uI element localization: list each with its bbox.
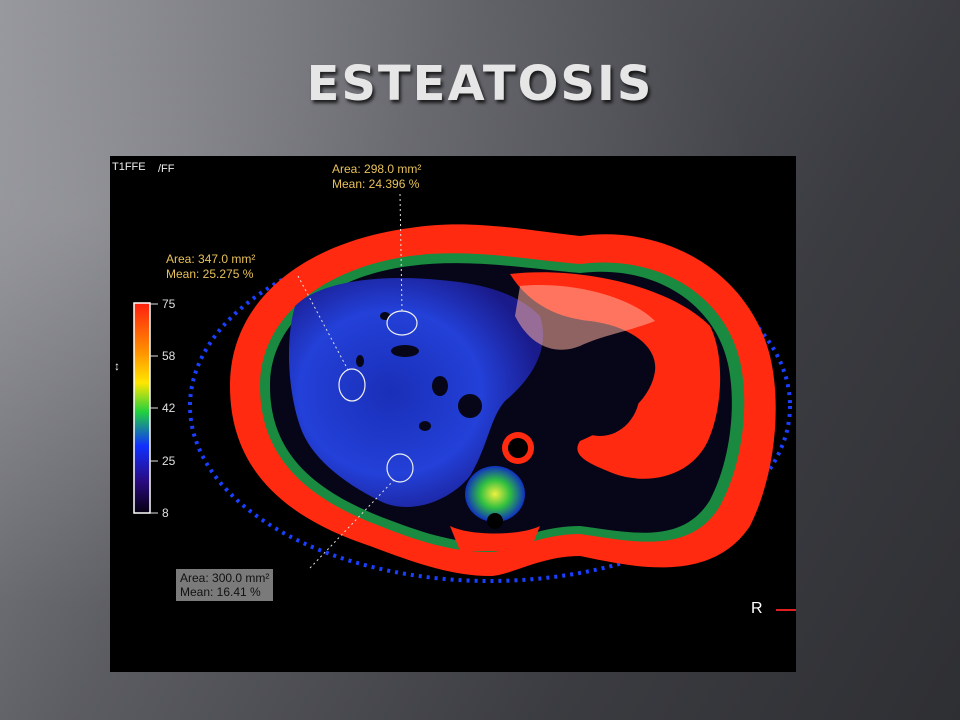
spinal-canal xyxy=(487,513,503,529)
roi-1-area: Area: 298.0 mm² xyxy=(332,162,422,176)
colorbar-ticks xyxy=(150,303,158,514)
roi-3-label-box: Area: 300.0 mm² Mean: 16.41 % xyxy=(176,569,274,601)
roi-2-mean: Mean: 25.275 % xyxy=(166,267,254,281)
colorbar-tick-75: 75 xyxy=(162,297,176,311)
colorbar-tick-42: 42 xyxy=(162,401,176,415)
orientation-marker-line xyxy=(776,609,796,611)
roi-2-area: Area: 347.0 mm² xyxy=(166,252,256,266)
aorta-lumen xyxy=(508,438,528,458)
stomach-lumen xyxy=(560,346,640,436)
roi-3-mean: Mean: 16.41 % xyxy=(180,585,261,599)
colorbar-tick-8: 8 xyxy=(162,506,169,520)
sequence-label: T1FFE xyxy=(112,161,146,173)
colorbar xyxy=(133,302,151,514)
map-label: /FF xyxy=(158,163,175,175)
mri-fat-fraction-image: T1FFE /FF Area: 298.0 mm² Mean: 24.396 %… xyxy=(110,156,796,672)
roi-3-area: Area: 300.0 mm² xyxy=(180,571,270,585)
colorbar-axis-icon: ↕ xyxy=(114,359,120,373)
roi-1-mean: Mean: 24.396 % xyxy=(332,177,420,191)
colorbar-tick-58: 58 xyxy=(162,349,176,363)
slide-title: ESTEATOSIS xyxy=(306,56,654,112)
orientation-marker-right: R xyxy=(751,600,763,617)
colorbar-tick-25: 25 xyxy=(162,454,176,468)
